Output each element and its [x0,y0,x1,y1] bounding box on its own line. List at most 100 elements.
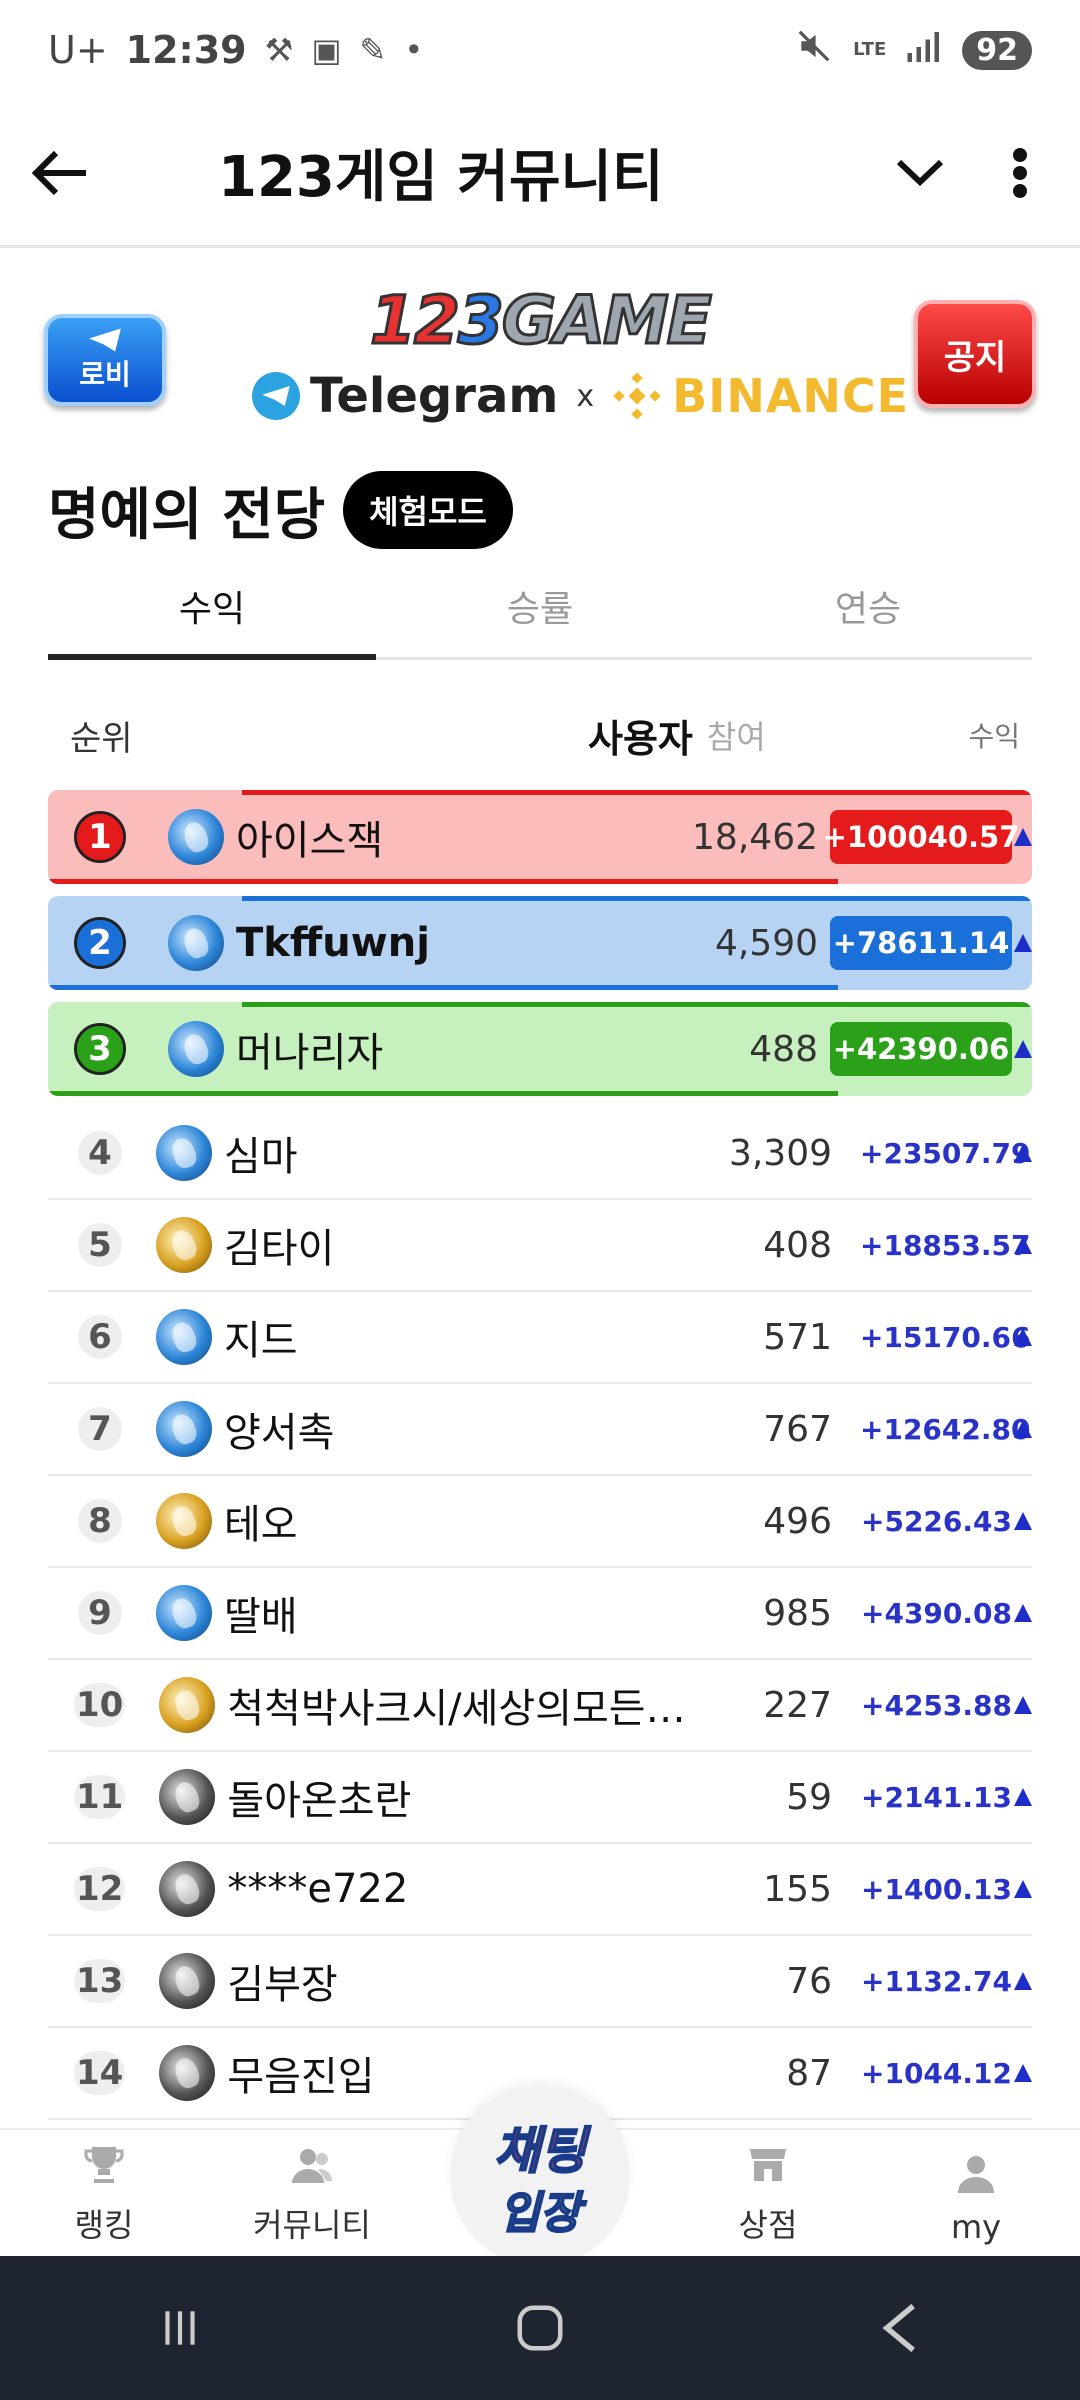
home-button[interactable] [480,2288,600,2368]
avatar [168,809,224,865]
logo-digit-2: 2 [412,281,461,361]
tab-win-rate[interactable]: 승률 [376,560,704,657]
participation-count: 767 [763,1408,832,1450]
table-row[interactable]: 12 ****e722 155 +1400.13 [48,1844,1032,1936]
participation-count: 76 [786,1960,832,2002]
participation-count: 18,462 [692,816,818,858]
participation-count: 87 [786,2052,832,2094]
table-row[interactable]: 1 아이스잭 18,462 +100040.57 [48,790,1032,884]
system-back-button[interactable] [840,2288,960,2368]
table-row[interactable]: 9 딸배 985 +4390.08 [48,1568,1032,1660]
user-name: 김타이 [224,1226,335,1272]
rank-number: 10 [74,1683,126,1727]
table-row[interactable]: 10 척척박사크시/세상의모든… 227 +4253.88 [48,1660,1032,1752]
table-row[interactable]: 3 머나리자 488 +42390.06 [48,1002,1032,1096]
user-name: 김부장 [227,1962,338,2008]
profit-value: +1132.74 [861,1964,1012,1998]
profit-value: +4253.88 [861,1688,1012,1722]
nav-ranking[interactable]: 랭킹 [0,2130,208,2256]
table-row[interactable]: 4 심마 3,309 +23507.79 [48,1108,1032,1200]
chevron-down-icon [896,159,944,186]
rank-number: 7 [78,1407,122,1451]
status-bar: U+ 12:39 ⚒ ▣ ✎ • LTE 92 [0,0,1080,100]
logo-word: GAME [500,281,713,361]
avatar [159,1953,216,2009]
up-arrow-icon [1014,1236,1032,1254]
user-name: ****e722 [227,1866,409,1912]
row-accent-bottom [48,1091,838,1096]
user-name: 지드 [224,1318,298,1364]
up-arrow-icon [1014,1144,1032,1162]
user-name: 딸배 [224,1594,298,1640]
user-name: Tkffuwnj [236,920,430,966]
tab-win-streak[interactable]: 연승 [704,560,1032,657]
nav-shop[interactable]: 상점 [664,2130,872,2256]
binance-icon [612,371,662,421]
more-options-button[interactable] [980,99,1060,247]
table-row[interactable]: 6 지드 571 +15170.66 [48,1292,1032,1384]
trophy-icon [79,2140,129,2190]
rank-number: 6 [78,1315,122,1359]
participation-count: 3,309 [728,1132,832,1174]
home-icon [517,2305,563,2351]
nav-my-label: my [950,2208,1002,2246]
profit-badge: +100040.57 [823,810,1019,864]
table-row[interactable]: 13 김부장 76 +1132.74 [48,1936,1032,2028]
dropdown-button[interactable] [870,99,970,247]
up-arrow-icon [1014,934,1032,952]
people-icon [287,2140,337,2190]
header-user: 사용자 [588,716,693,761]
avatar [156,1217,212,1273]
notification-shoe-icon: ⚒ [264,31,294,69]
profit-value: +23507.79 [860,1136,1031,1170]
recent-apps-button[interactable] [120,2288,240,2368]
header-profit: 수익 [968,720,1020,753]
header-participation: 참여 [706,718,766,756]
rank-number: 4 [78,1131,122,1175]
binance-label: BINANCE [672,369,910,423]
nav-shop-label: 상점 [738,2206,798,2244]
user-name: 심마 [224,1134,298,1180]
clock: 12:39 [125,28,247,72]
chat-label-line2: 입장 [499,2187,582,2240]
rank-badge: 2 [74,917,126,969]
avatar [168,915,224,971]
nav-ranking-label: 랭킹 [74,2206,134,2244]
table-row[interactable]: 11 돌아온초란 59 +2141.13 [48,1752,1032,1844]
rank-number: 12 [74,1867,126,1911]
profit-value: +5226.43 [861,1504,1012,1538]
nav-community[interactable]: 커뮤니티 [208,2130,416,2256]
row-accent-bottom [48,879,838,884]
table-row[interactable]: 7 양서촉 767 +12642.80 [48,1384,1032,1476]
chat-enter-button[interactable]: 채팅 입장 [450,2086,630,2266]
nav-my[interactable]: my [872,2130,1080,2256]
rank-number: 8 [78,1499,122,1543]
user-name: 테오 [224,1502,298,1548]
mode-badge[interactable]: 체험모드 [343,471,513,549]
ranking-list: 1 아이스잭 18,462 +100040.57 2 Tkffuwnj 4,59… [48,790,1032,2120]
participation-count: 571 [763,1316,832,1358]
participation-count: 59 [786,1776,832,1818]
up-arrow-icon [1014,1040,1032,1058]
rank-number: 13 [74,1959,126,2003]
table-row[interactable]: 8 테오 496 +5226.43 [48,1476,1032,1568]
partner-row: Telegram x BINANCE [252,364,909,428]
lte-label: LTE [853,39,887,60]
notice-button[interactable]: 공지 [914,300,1036,408]
up-arrow-icon [1014,1512,1032,1530]
table-row[interactable]: 5 김타이 408 +18853.57 [48,1200,1032,1292]
participation-count: 985 [763,1592,832,1634]
back-button[interactable] [0,99,120,247]
table-row[interactable]: 2 Tkffuwnj 4,590 +78611.14 [48,896,1032,990]
avatar [159,1861,216,1917]
tab-profit[interactable]: 수익 [48,560,376,660]
mute-icon [795,27,833,74]
lobby-button[interactable]: 로비 [44,314,166,406]
up-arrow-icon [1014,1696,1032,1714]
row-accent-top [242,790,1032,795]
avatar [159,1677,216,1733]
participation-count: 488 [749,1028,818,1070]
profit-value: +18853.57 [860,1228,1031,1262]
participation-count: 155 [763,1868,832,1910]
screenshot-icon: ▣ [311,31,342,69]
